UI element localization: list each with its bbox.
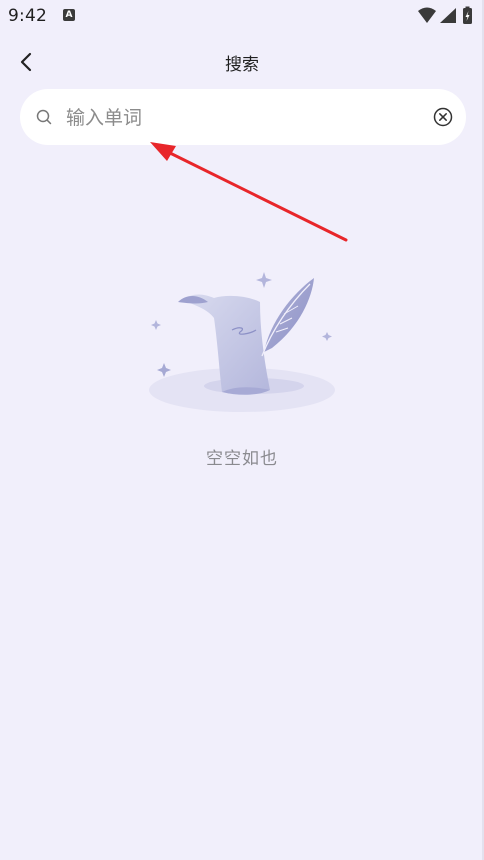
status-bar: 9:42 A xyxy=(0,0,484,32)
wifi-icon xyxy=(418,7,436,23)
status-icons xyxy=(416,6,478,26)
battery-charging-icon xyxy=(463,6,472,24)
header: 搜索 xyxy=(0,40,484,84)
search-icon xyxy=(36,109,52,125)
clear-circle-icon xyxy=(433,107,453,127)
search-box[interactable] xyxy=(20,89,466,145)
status-time: 9:42 xyxy=(8,6,47,26)
signal-icon xyxy=(440,8,456,23)
empty-state-text: 空空如也 xyxy=(206,449,278,469)
page-title: 搜索 xyxy=(225,55,259,75)
clear-button[interactable] xyxy=(432,106,454,128)
app-notification-icon: A xyxy=(63,9,75,21)
scroll-and-quill-illustration xyxy=(149,272,335,412)
empty-state-illustration xyxy=(142,268,342,418)
search-input[interactable] xyxy=(64,99,428,137)
